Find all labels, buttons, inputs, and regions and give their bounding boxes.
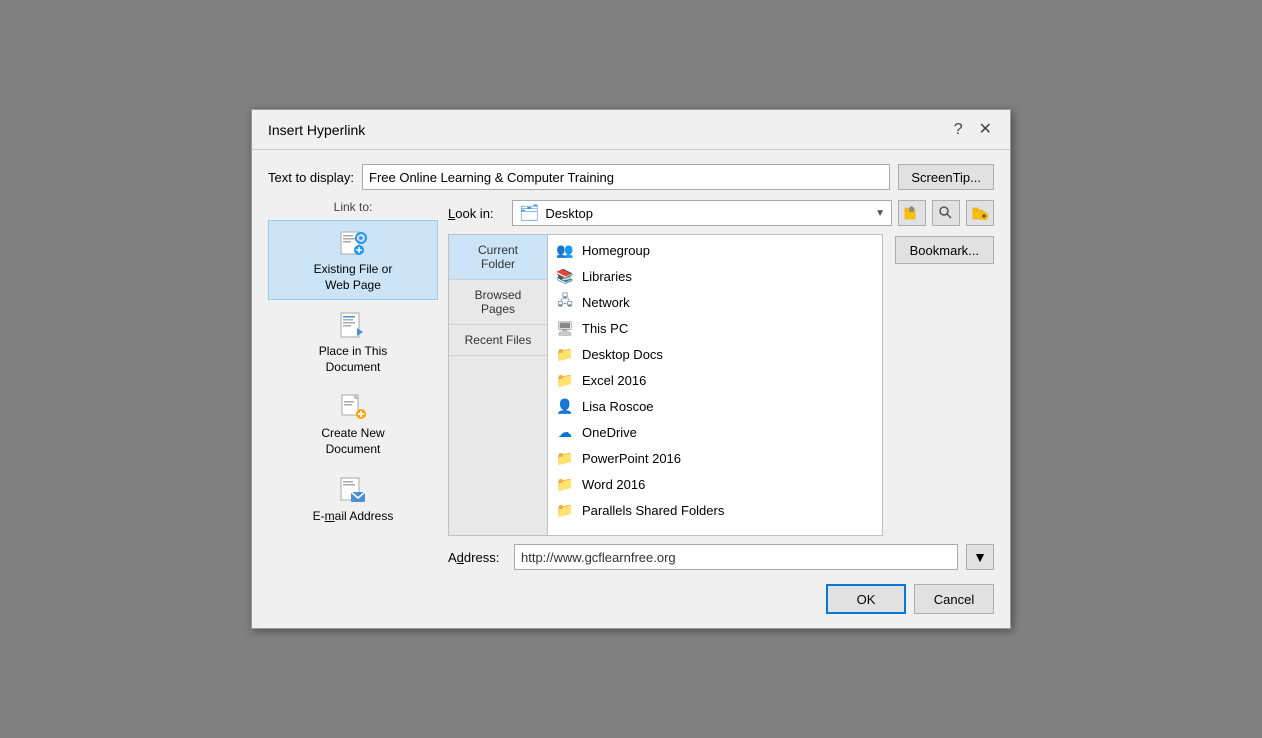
right-buttons: Bookmark... — [883, 234, 994, 536]
text-display-row: Text to display: ScreenTip... — [268, 164, 994, 190]
folder-icon-blue: 🗂 — [519, 203, 539, 223]
nav-panel: CurrentFolder BrowsedPages Recent Files — [448, 234, 548, 536]
address-input[interactable] — [521, 550, 951, 565]
file-name: Desktop Docs — [582, 347, 663, 362]
file-list[interactable]: 👥 Homegroup 📚 Libraries 🖧 Network — [548, 234, 883, 536]
main-area: Link to: — [268, 200, 994, 614]
file-name: OneDrive — [582, 425, 637, 440]
list-item[interactable]: ☁ OneDrive — [548, 419, 882, 445]
place-icon — [337, 309, 369, 341]
list-item[interactable]: 🖥 This PC — [548, 315, 882, 341]
nav-item-browsed[interactable]: BrowsedPages — [449, 280, 547, 325]
file-name: Excel 2016 — [582, 373, 646, 388]
address-input-wrapper — [514, 544, 958, 570]
onedrive-icon: ☁ — [556, 423, 574, 441]
sidebar-item-place[interactable]: Place in ThisDocument — [268, 302, 438, 382]
list-item[interactable]: 👤 Lisa Roscoe — [548, 393, 882, 419]
folder-icon: 📁 — [556, 345, 574, 363]
title-bar-left: Insert Hyperlink — [268, 122, 365, 138]
text-to-display-input[interactable] — [362, 164, 890, 190]
place-label: Place in ThisDocument — [319, 344, 387, 375]
look-in-arrow: ▼ — [875, 208, 885, 219]
screentip-button[interactable]: ScreenTip... — [898, 164, 994, 190]
list-item[interactable]: 📚 Libraries — [548, 263, 882, 289]
insert-hyperlink-dialog: Insert Hyperlink ? ✕ Text to display: Sc… — [251, 109, 1011, 629]
bookmark-button[interactable]: Bookmark... — [895, 236, 994, 264]
email-icon — [337, 474, 369, 506]
file-list-wrapper: CurrentFolder BrowsedPages Recent Files … — [448, 234, 994, 536]
file-name: PowerPoint 2016 — [582, 451, 681, 466]
cancel-button[interactable]: Cancel — [914, 584, 994, 614]
nav-item-current[interactable]: CurrentFolder — [449, 235, 547, 280]
toolbar-btn-folder[interactable] — [898, 200, 926, 226]
homegroup-icon: 👥 — [556, 241, 574, 259]
nav-item-recent[interactable]: Recent Files — [449, 325, 547, 356]
link-to-label: Link to: — [268, 200, 438, 214]
look-in-label: Look in: — [448, 206, 506, 221]
list-item[interactable]: 📁 Word 2016 — [548, 471, 882, 497]
sidebar-item-email[interactable]: E-mail Address — [268, 467, 438, 532]
file-name: Word 2016 — [582, 477, 645, 492]
title-bar: Insert Hyperlink ? ✕ — [252, 110, 1010, 150]
look-in-row: Look in: 🗂 Desktop ▼ — [448, 200, 994, 226]
folder-icon: 📁 — [556, 371, 574, 389]
sidebar-item-new[interactable]: Create NewDocument — [268, 384, 438, 464]
ok-button[interactable]: OK — [826, 584, 906, 614]
library-icon: 📚 — [556, 267, 574, 285]
dialog-body: Text to display: ScreenTip... Link to: — [252, 150, 1010, 628]
look-in-select-inner: 🗂 Desktop — [519, 203, 875, 223]
new-doc-icon — [337, 391, 369, 423]
parallels-icon: 📁 — [556, 501, 574, 519]
list-item[interactable]: 🖧 Network — [548, 289, 882, 315]
list-item[interactable]: 📁 PowerPoint 2016 — [548, 445, 882, 471]
thispc-icon: 🖥 — [556, 319, 574, 337]
existing-file-label: Existing File orWeb Page — [314, 262, 393, 293]
email-label: E-mail Address — [313, 509, 394, 525]
list-item[interactable]: 👥 Homegroup — [548, 237, 882, 263]
text-to-display-label: Text to display: — [268, 170, 354, 185]
file-name: Lisa Roscoe — [582, 399, 654, 414]
bottom-row: OK Cancel — [448, 578, 994, 614]
file-name: Libraries — [582, 269, 632, 284]
content-area: Look in: 🗂 Desktop ▼ — [448, 200, 994, 614]
dialog-title: Insert Hyperlink — [268, 122, 365, 138]
existing-file-icon — [337, 227, 369, 259]
file-list-inner: 👥 Homegroup 📚 Libraries 🖧 Network — [548, 235, 882, 525]
title-bar-right: ? ✕ — [948, 120, 998, 140]
user-icon: 👤 — [556, 397, 574, 415]
close-button[interactable]: ✕ — [973, 120, 998, 140]
network-icon: 🖧 — [556, 293, 574, 311]
address-row: Address: ▼ — [448, 544, 994, 570]
new-doc-label: Create NewDocument — [321, 426, 384, 457]
file-name: Parallels Shared Folders — [582, 503, 724, 518]
sidebar-item-existing[interactable]: Existing File orWeb Page — [268, 220, 438, 300]
file-name: Network — [582, 295, 630, 310]
list-item[interactable]: 📁 Excel 2016 — [548, 367, 882, 393]
help-button[interactable]: ? — [948, 120, 969, 140]
folder-icon: 📁 — [556, 475, 574, 493]
list-item[interactable]: 📁 Parallels Shared Folders — [548, 497, 882, 523]
file-name: Homegroup — [582, 243, 650, 258]
look-in-select[interactable]: 🗂 Desktop ▼ — [512, 200, 892, 226]
file-name: This PC — [582, 321, 628, 336]
toolbar-btn-search[interactable] — [932, 200, 960, 226]
address-dropdown[interactable]: ▼ — [966, 544, 994, 570]
look-in-value: Desktop — [545, 206, 593, 221]
toolbar-btn-new-folder[interactable] — [966, 200, 994, 226]
folder-icon: 📁 — [556, 449, 574, 467]
list-item[interactable]: 📁 Desktop Docs — [548, 341, 882, 367]
sidebar: Link to: — [268, 200, 448, 614]
address-label: Address: — [448, 550, 506, 565]
